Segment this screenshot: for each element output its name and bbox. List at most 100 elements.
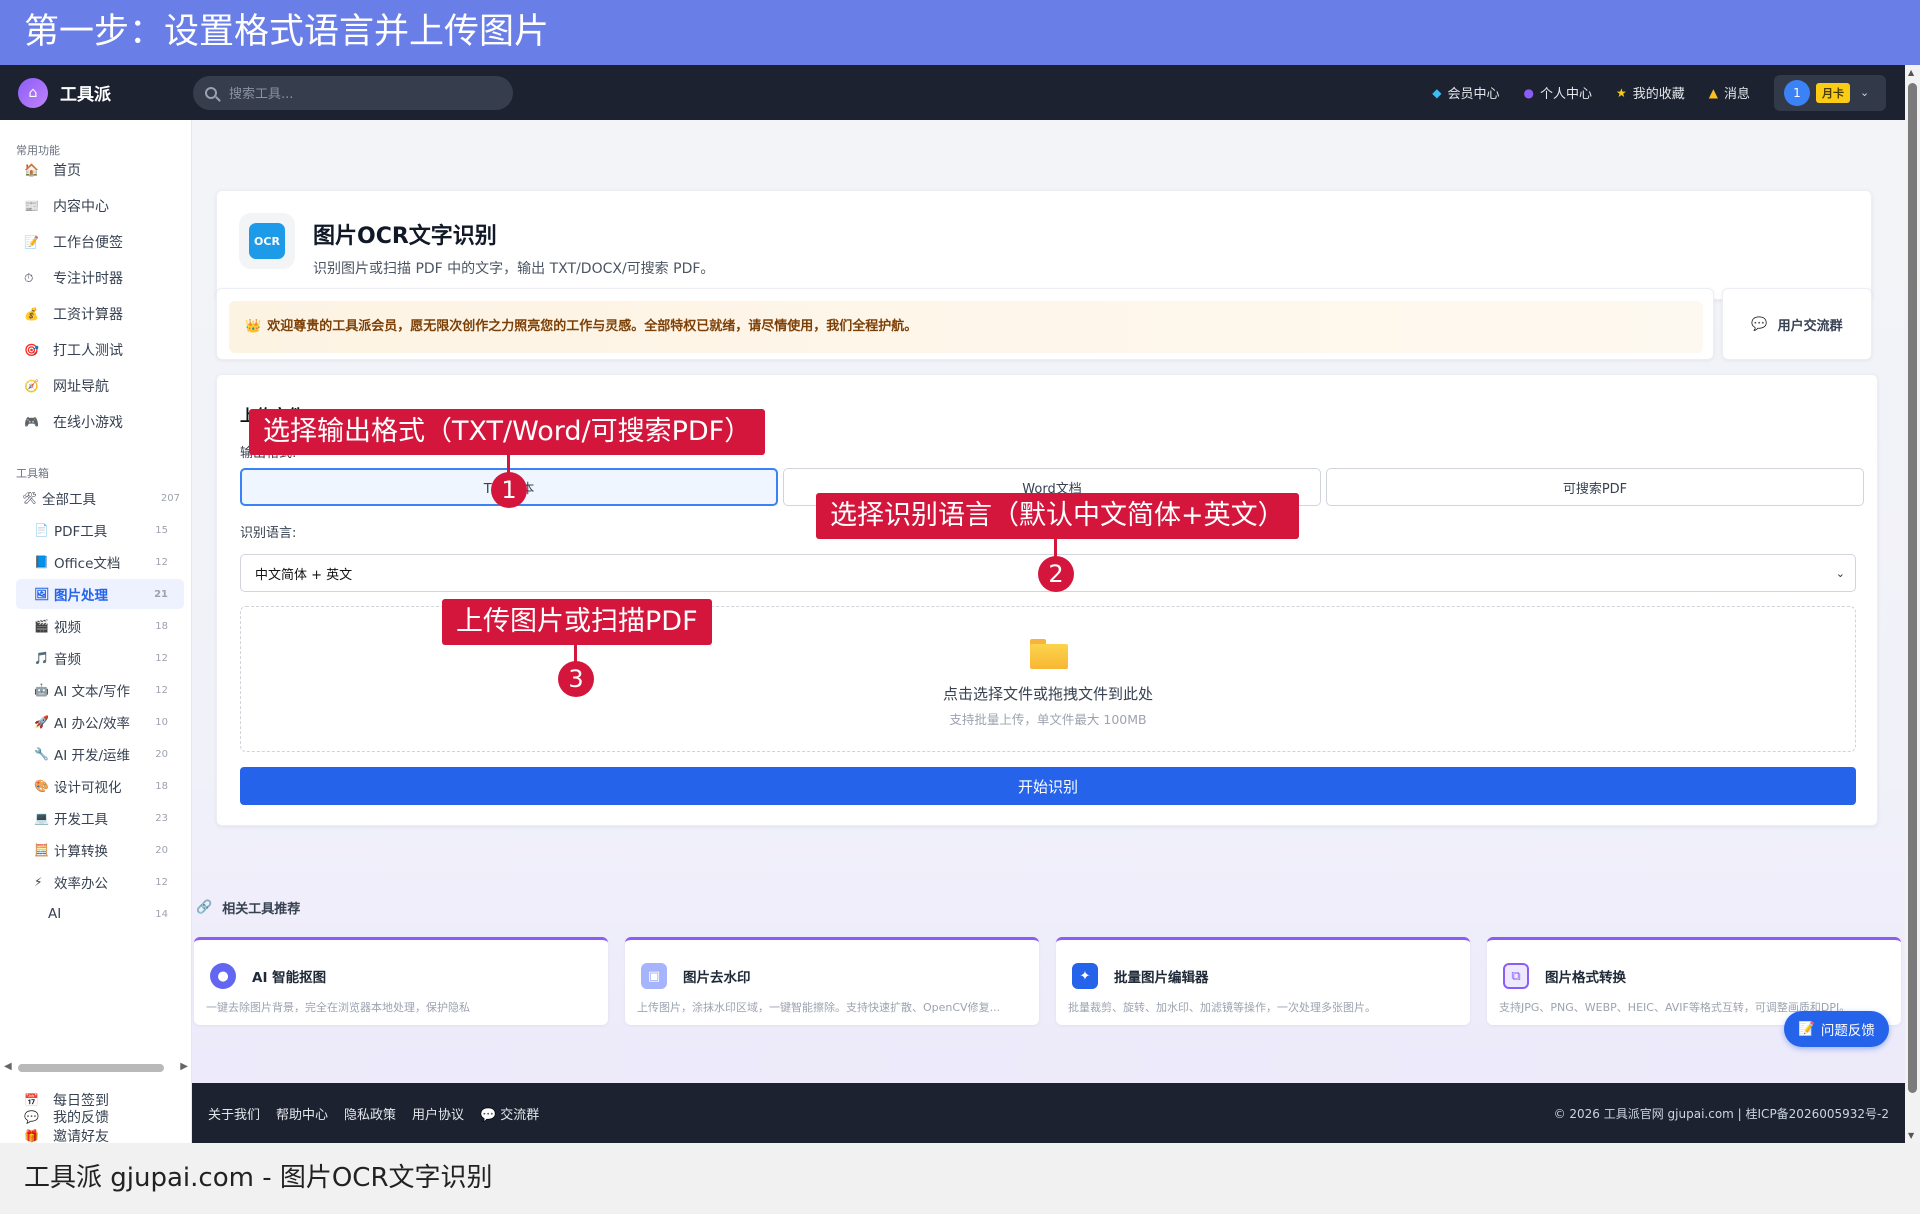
music-icon: 🎵 bbox=[34, 651, 49, 665]
sidebar-horizontal-scrollbar[interactable]: ◀ ▶ bbox=[4, 1060, 188, 1074]
related-tool-card[interactable]: ● AI 智能抠图 一键去除图片背景，完全在浏览器本地处理，保护隐私 bbox=[194, 937, 608, 1025]
sidebar-item-label: 音频 bbox=[54, 652, 81, 668]
footer-link-help[interactable]: 帮助中心 bbox=[276, 1104, 328, 1123]
speech-bubble-icon: 💬 bbox=[24, 1110, 39, 1124]
related-tools-title-text: 相关工具推荐 bbox=[222, 902, 301, 917]
feedback-button[interactable]: 📝 问题反馈 bbox=[1784, 1011, 1889, 1047]
format-pdf-button[interactable]: 可搜索PDF bbox=[1326, 468, 1864, 506]
language-label: 识别语言: bbox=[240, 526, 297, 541]
related-tool-card[interactable]: ▣ 图片去水印 上传图片，涂抹水印区域，一键智能擦除。支持快速扩散、OpenCV… bbox=[625, 937, 1039, 1025]
sidebar-item-audio[interactable]: 🎵 音频 12 bbox=[16, 643, 184, 673]
computer-icon: 💻 bbox=[34, 811, 49, 825]
feedback-label: 问题反馈 bbox=[1820, 1023, 1875, 1039]
nav-messages[interactable]: ▲ 消息 bbox=[1709, 83, 1750, 103]
sidebar-item-video[interactable]: 🎬 视频 18 bbox=[16, 611, 184, 641]
toolbox-logo-icon: ⌂ bbox=[18, 77, 48, 108]
sidebar-item-label: 首页 bbox=[53, 163, 81, 179]
related-tool-card[interactable]: ✦ 批量图片编辑器 批量裁剪、旋转、加水印、加滤镜等操作，一次处理多张图片。 bbox=[1056, 937, 1470, 1025]
sidebar-item-notes[interactable]: 📝 工作台便签 bbox=[24, 232, 123, 252]
sidebar-item-efficiency[interactable]: ⚡ 效率办公 12 bbox=[16, 867, 184, 897]
newspaper-icon: 📰 bbox=[24, 199, 39, 213]
sidebar-item-label: AI 文本/写作 bbox=[54, 684, 131, 700]
sidebar-item-pdf[interactable]: 📄 PDF工具 15 bbox=[16, 515, 184, 545]
sidebar-item-ai-office[interactable]: 🚀 AI 办公/效率 10 bbox=[16, 707, 184, 737]
sidebar-item-home[interactable]: 🏠 首页 bbox=[24, 160, 81, 180]
related-tool-name: AI 智能抠图 bbox=[252, 970, 327, 986]
sidebar-item-worker-test[interactable]: 🎯 打工人测试 bbox=[24, 340, 123, 360]
user-menu[interactable]: 1 月卡 ⌄ bbox=[1774, 74, 1886, 111]
related-tools-title: 🔗 相关工具推荐 bbox=[196, 898, 300, 917]
sidebar-item-label: PDF工具 bbox=[54, 524, 108, 540]
tool-count: 23 bbox=[155, 812, 168, 824]
footer-link-terms[interactable]: 用户协议 bbox=[412, 1104, 464, 1123]
sidebar-item-all-tools[interactable]: 🛠 全部工具 207 bbox=[8, 483, 184, 513]
sidebar-item-label: 效率办公 bbox=[54, 876, 108, 892]
search-input[interactable]: 搜索工具... bbox=[193, 75, 513, 110]
search-icon bbox=[205, 86, 217, 99]
home-icon: 🏠 bbox=[24, 163, 39, 177]
search-placeholder: 搜索工具... bbox=[229, 87, 294, 102]
sidebar-item-ai-writing[interactable]: 🤖 AI 文本/写作 12 bbox=[16, 675, 184, 705]
nav-personal-center[interactable]: ● 个人中心 bbox=[1523, 83, 1592, 103]
related-tool-desc: 批量裁剪、旋转、加水印、加滤镜等操作，一次处理多张图片。 bbox=[1068, 1001, 1376, 1014]
sidebar-section-common: 常用功能 bbox=[16, 144, 60, 157]
related-tool-desc: 一键去除图片背景，完全在浏览器本地处理，保护隐私 bbox=[206, 1001, 470, 1014]
scroll-down-icon[interactable]: ▼ bbox=[1908, 1131, 1914, 1140]
page-title: 图片OCR文字识别 bbox=[313, 224, 497, 249]
sidebar-item-label: 我的反馈 bbox=[53, 1110, 109, 1126]
nav-favorites[interactable]: ★ 我的收藏 bbox=[1616, 83, 1685, 103]
ocr-badge-label: OCR bbox=[249, 223, 285, 259]
site-logo[interactable]: ⌂ 工具派 bbox=[18, 77, 188, 108]
app-window: ⌂ 工具派 搜索工具... ◆ 会员中心 ● 个人中心 ★ 我的收藏 ▲ 消息 1 月卡… bbox=[0, 65, 1920, 1143]
video-icon: 🎬 bbox=[34, 619, 49, 633]
sidebar-item-games[interactable]: 🎮 在线小游戏 bbox=[24, 412, 123, 432]
sidebar-item-label: 网址导航 bbox=[53, 379, 109, 395]
footer-link-privacy[interactable]: 隐私政策 bbox=[344, 1104, 396, 1123]
footer-link-about[interactable]: 关于我们 bbox=[208, 1104, 260, 1123]
sidebar-item-label: 设计可视化 bbox=[54, 780, 122, 796]
sidebar-item-nav[interactable]: 🧭 网址导航 bbox=[24, 376, 109, 396]
gift-icon: 🎁 bbox=[24, 1129, 39, 1143]
sidebar-item-ai-dev[interactable]: 🔧 AI 开发/运维 20 bbox=[16, 739, 184, 769]
sidebar-item-devtools[interactable]: 💻 开发工具 23 bbox=[16, 803, 184, 833]
scroll-up-icon[interactable]: ▲ bbox=[1908, 68, 1914, 77]
start-recognition-button[interactable]: 开始识别 bbox=[240, 767, 1856, 805]
logo-text: 工具派 bbox=[60, 85, 111, 105]
target-icon: 🎯 bbox=[24, 343, 39, 357]
scroll-left-icon[interactable]: ◀ bbox=[4, 1061, 12, 1072]
person-icon: ● bbox=[210, 963, 236, 989]
document-icon: 📝 bbox=[1798, 1021, 1815, 1037]
sidebar-item-invite[interactable]: 🎁 邀请好友 bbox=[24, 1126, 109, 1143]
sidebar-item-feedback[interactable]: 💬 我的反馈 bbox=[24, 1107, 109, 1127]
nav-member-center[interactable]: ◆ 会员中心 bbox=[1432, 83, 1499, 103]
annotation-callout-2: 选择识别语言（默认中文简体+英文） bbox=[816, 493, 1299, 539]
footer-link-group[interactable]: 💬 交流群 bbox=[480, 1104, 539, 1123]
nav-messages-label: 消息 bbox=[1723, 87, 1750, 102]
sidebar-item-design[interactable]: 🎨 设计可视化 18 bbox=[16, 771, 184, 801]
sidebar-item-label: 视频 bbox=[54, 620, 81, 636]
scroll-right-icon[interactable]: ▶ bbox=[180, 1061, 188, 1072]
compass-icon: 🧭 bbox=[24, 379, 39, 393]
welcome-message: 👑 欢迎尊贵的工具派会员，愿无限次创作之力照亮您的工作与灵感。全部特权已就绪，请尽… bbox=[229, 301, 1703, 353]
annotation-marker-2: 2 bbox=[1038, 556, 1074, 592]
sidebar-item-office[interactable]: 📘 Office文档 12 bbox=[16, 547, 184, 577]
user-group-button[interactable]: 💬 用户交流群 bbox=[1722, 288, 1872, 360]
sidebar-item-timer[interactable]: ⏱ 专注计时器 bbox=[24, 268, 123, 288]
sidebar-item-ai[interactable]: AI 14 bbox=[16, 899, 184, 929]
welcome-text: 欢迎尊贵的工具派会员，愿无限次创作之力照亮您的工作与灵感。全部特权已就绪，请尽情… bbox=[267, 319, 918, 334]
related-tool-name: 图片格式转换 bbox=[1545, 970, 1626, 986]
sidebar-item-label: 工作台便签 bbox=[53, 235, 123, 251]
tool-count: 18 bbox=[155, 780, 168, 792]
vertical-scrollbar[interactable]: ▲ ▼ bbox=[1905, 65, 1920, 1143]
sidebar-item-image[interactable]: 🖼 图片处理 21 bbox=[16, 579, 184, 609]
sidebar-item-calc[interactable]: 🧮 计算转换 20 bbox=[16, 835, 184, 865]
picture-icon: ▣ bbox=[641, 963, 667, 989]
wrench-icon: 🔧 bbox=[34, 747, 49, 761]
sidebar-item-label: 打工人测试 bbox=[53, 343, 123, 359]
sidebar-item-label: AI 办公/效率 bbox=[54, 716, 131, 732]
scrollbar-thumb[interactable] bbox=[18, 1064, 164, 1072]
sidebar-item-content[interactable]: 📰 内容中心 bbox=[24, 196, 109, 216]
sidebar-item-salary[interactable]: 💰 工资计算器 bbox=[24, 304, 123, 324]
palette-icon: 🎨 bbox=[34, 779, 49, 793]
scrollbar-thumb[interactable] bbox=[1908, 83, 1917, 1093]
